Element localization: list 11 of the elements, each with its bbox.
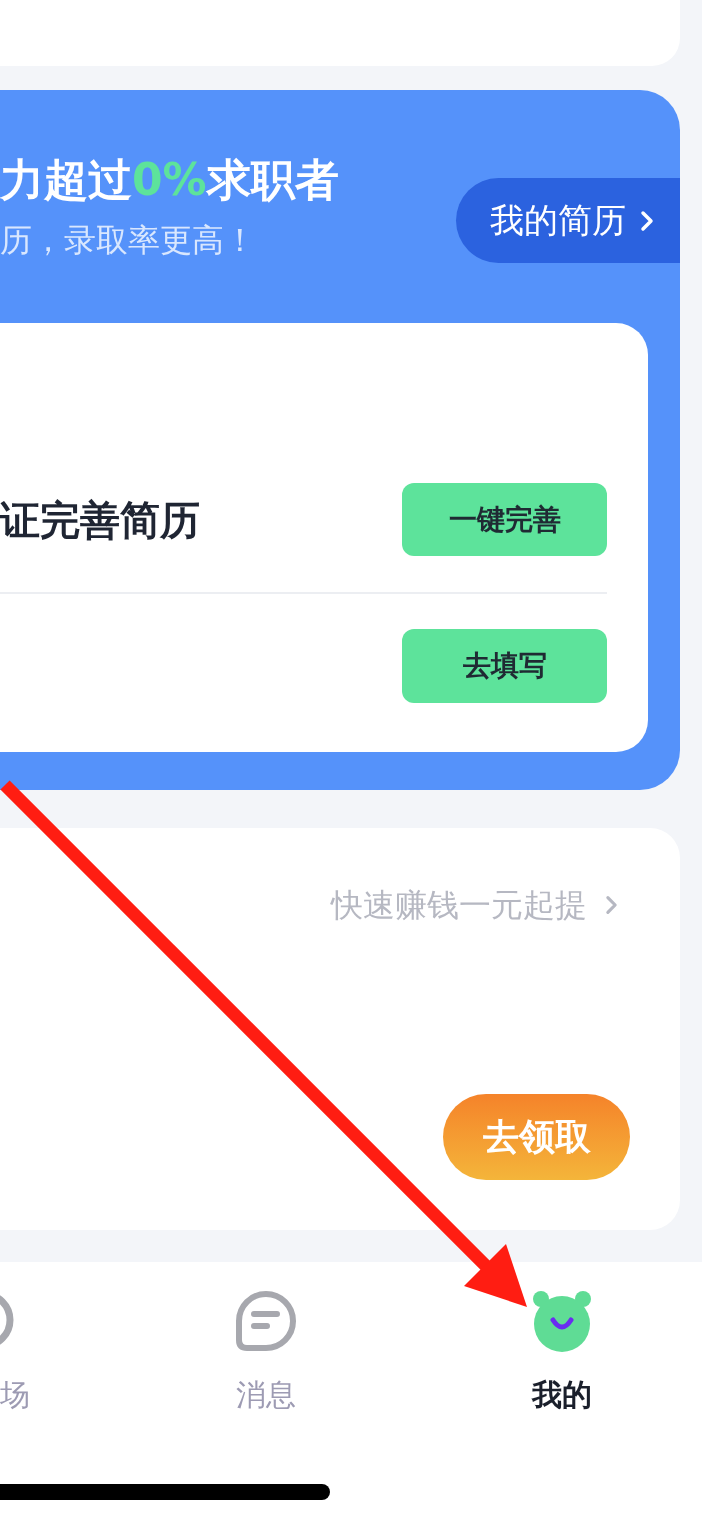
task-button[interactable]: 一键完善	[402, 483, 607, 556]
resume-button[interactable]: 我的简历	[456, 178, 680, 263]
chat-bubble-icon	[235, 1290, 297, 1352]
tab[interactable]: 场	[0, 1290, 35, 1415]
subtitle: 历，录取率更高！	[0, 220, 257, 260]
chevron-icon	[605, 895, 618, 915]
chevron-icon	[640, 209, 654, 232]
task-button[interactable]: 去填写	[402, 629, 607, 703]
task-text: 证完善简历	[0, 495, 200, 545]
tab[interactable]: 消息	[201, 1290, 331, 1415]
tab[interactable]: 我的	[497, 1290, 627, 1415]
